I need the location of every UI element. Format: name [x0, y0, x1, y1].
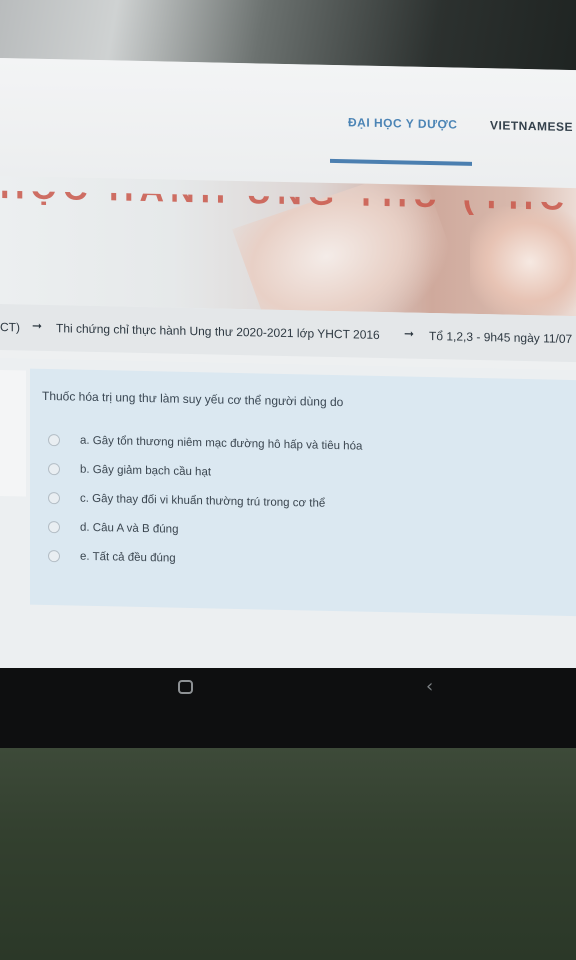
answer-option-c[interactable]: c. Gây thay đổi vi khuẩn thường trú tron…	[48, 489, 548, 517]
table-surface	[0, 748, 576, 960]
breadcrumb-item-course[interactable]: CT)	[0, 320, 20, 334]
radio-button[interactable]	[48, 521, 60, 534]
nav-school-link[interactable]: ĐẠI HỌC Y DƯỢC	[348, 115, 457, 131]
breadcrumb-item-exam[interactable]: Thi chứng chỉ thực hành Ung thư 2020-202…	[56, 321, 380, 342]
tablet-screen: ĐẠI HỌC Y DƯỢC VIETNAMESE HỌC HÀNH UNG T…	[0, 58, 576, 681]
answer-option-d[interactable]: d. Câu A và B đúng	[48, 518, 548, 546]
back-chevron-icon[interactable]: ‹	[426, 676, 433, 697]
radio-button[interactable]	[48, 550, 60, 563]
radio-button[interactable]	[48, 463, 60, 476]
answer-label: a. Gây tổn thương niêm mạc đường hô hấp …	[80, 434, 363, 453]
answer-label: c. Gây thay đổi vi khuẩn thường trú tron…	[80, 492, 326, 510]
nav-language-link[interactable]: VIETNAMESE	[490, 118, 573, 134]
arrow-right-icon: ➞	[32, 318, 43, 333]
breadcrumb-item-session[interactable]: Tổ 1,2,3 - 9h45 ngày 11/07	[429, 329, 572, 346]
answer-option-e[interactable]: e. Tất cả đều đúng	[48, 547, 548, 575]
radio-button[interactable]	[48, 492, 60, 505]
answer-label: b. Gây giảm bạch cầu hạt	[80, 463, 212, 479]
answer-option-a[interactable]: a. Gây tổn thương niêm mạc đường hô hấp …	[48, 431, 548, 459]
banner-hand-image-2	[470, 205, 576, 317]
arrow-right-icon: ➞	[404, 326, 415, 341]
quiz-content: Thuốc hóa trị ung thư làm suy yếu cơ thể…	[0, 358, 576, 681]
nav-active-underline	[330, 158, 472, 166]
answer-option-b[interactable]: b. Gây giảm bạch cầu hạt	[48, 460, 548, 488]
home-square-icon[interactable]	[178, 680, 193, 694]
question-box: Thuốc hóa trị ung thư làm suy yếu cơ thể…	[30, 368, 576, 617]
top-navigation: ĐẠI HỌC Y DƯỢC VIETNAMESE	[0, 58, 576, 191]
question-text: Thuốc hóa trị ung thư làm suy yếu cơ thể…	[42, 388, 344, 410]
radio-button[interactable]	[48, 434, 60, 447]
answer-label: e. Tất cả đều đúng	[80, 550, 176, 565]
android-navigation-bar: ‹	[0, 668, 576, 750]
course-banner: HỌC HÀNH UNG THƯ (YHCT)	[0, 176, 576, 317]
answer-label: d. Câu A và B đúng	[80, 521, 179, 536]
question-nav-panel	[0, 370, 26, 497]
